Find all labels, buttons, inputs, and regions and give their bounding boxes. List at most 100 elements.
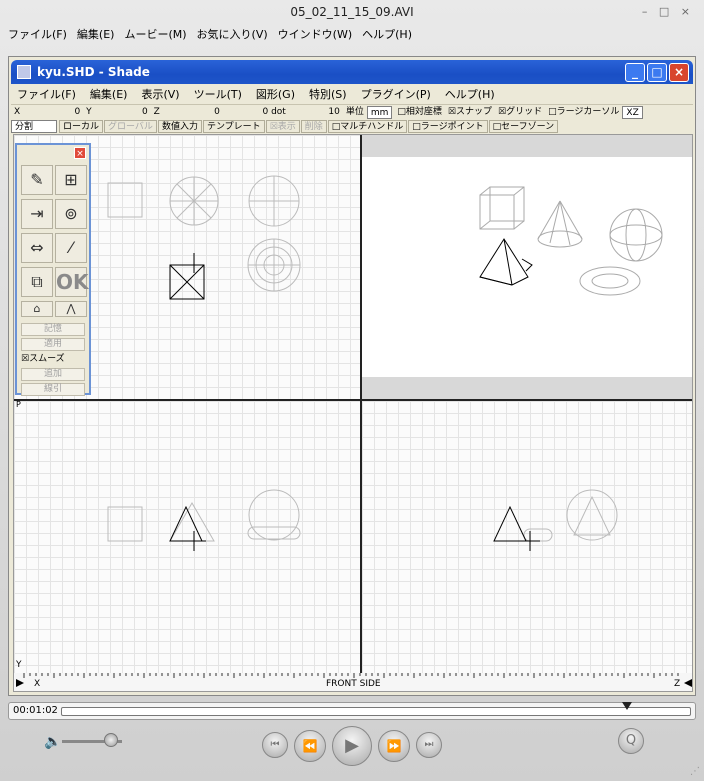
unit-select[interactable]: mm bbox=[366, 106, 393, 119]
go-to-start-icon[interactable]: ⏮ bbox=[262, 732, 288, 758]
player-menu-file[interactable]: ファイル(F) bbox=[8, 25, 67, 45]
persp-cone-shape bbox=[537, 200, 583, 248]
front-cube-shape bbox=[107, 506, 143, 542]
y-label: Y bbox=[86, 107, 92, 117]
ok-button[interactable]: OK bbox=[55, 267, 89, 297]
small-mountain-icon[interactable]: ⌂ bbox=[21, 301, 53, 317]
apply-button[interactable]: 適用 bbox=[21, 338, 85, 351]
shade-menu-view[interactable]: 表示(V) bbox=[141, 85, 179, 104]
z-label: Z bbox=[153, 107, 160, 117]
pencil-tool-icon[interactable]: ✎ bbox=[21, 165, 53, 195]
memorize-button[interactable]: 記憶 bbox=[21, 323, 85, 336]
horizontal-view-divider[interactable] bbox=[14, 399, 692, 401]
fast-forward-icon[interactable]: ⏩ bbox=[378, 730, 410, 762]
large-cursor-checkbox[interactable]: □ラージカーソル bbox=[545, 106, 622, 119]
relative-coords-checkbox[interactable]: □相対座標 bbox=[394, 106, 445, 119]
shade-menu-plugin[interactable]: プラグイン(P) bbox=[361, 85, 431, 104]
volume-knob[interactable] bbox=[104, 733, 119, 747]
grid-checkbox[interactable]: ☒グリッド bbox=[495, 106, 545, 119]
z-value[interactable]: 0 bbox=[163, 106, 223, 119]
large-mountain-icon[interactable]: ⋀ bbox=[55, 301, 87, 317]
play-icon[interactable]: ▶ bbox=[332, 726, 372, 766]
player-menu-movie[interactable]: ムービー(M) bbox=[124, 25, 186, 45]
tool-palette: × ✎ ⊞ ⇥ ⊚ ⇔ ⁄ ⧉ OK ⌂ ⋀ 記憶 適用 ☒スムーズ 追加 線引 bbox=[15, 143, 91, 396]
side-view[interactable] bbox=[362, 401, 692, 673]
scale-tool-icon[interactable]: ⇔ bbox=[21, 233, 53, 263]
front-sphere-torus-shape bbox=[247, 489, 301, 541]
top-sphere-shape bbox=[248, 175, 300, 227]
front-view[interactable]: P Y bbox=[14, 400, 360, 673]
playhead[interactable] bbox=[622, 702, 633, 710]
line-tool-icon[interactable]: ⁄ bbox=[55, 233, 87, 263]
copy-tool-icon[interactable]: ⧉ bbox=[21, 267, 53, 297]
shade-menu-file[interactable]: ファイル(F) bbox=[17, 85, 76, 104]
go-to-end-icon[interactable]: ⏭ bbox=[416, 732, 442, 758]
quicktime-logo-icon[interactable]: Q bbox=[618, 728, 644, 754]
x-label: X bbox=[14, 107, 21, 117]
video-frame: kyu.SHD - Shade _ □ × ファイル(F) 編集(E) 表示(V… bbox=[8, 56, 696, 696]
cylinder-tool-icon[interactable]: ⊚ bbox=[55, 199, 87, 229]
maximize-button[interactable]: □ bbox=[647, 63, 667, 82]
move-tool-icon[interactable]: ⇥ bbox=[21, 199, 53, 229]
delete-button[interactable]: 削除 bbox=[300, 120, 327, 133]
player-window-controls[interactable]: – □ × bbox=[642, 5, 694, 18]
palette-close-button[interactable]: × bbox=[74, 147, 86, 159]
snap-checkbox[interactable]: ☒スナップ bbox=[445, 106, 495, 119]
shade-menu-shape[interactable]: 図形(G) bbox=[256, 85, 295, 104]
dot-value[interactable]: 0 dot bbox=[223, 106, 289, 119]
player-menu-window[interactable]: ウインドウ(W) bbox=[278, 25, 352, 45]
ruler-x-label: X bbox=[34, 679, 41, 689]
split-select[interactable]: 分割 bbox=[11, 120, 57, 133]
top-torus-shape bbox=[247, 238, 301, 292]
draw-line-button[interactable]: 線引 bbox=[21, 383, 85, 396]
large-point-checkbox[interactable]: □ラージポイント bbox=[408, 120, 488, 133]
front-corner-mark: P bbox=[16, 400, 21, 409]
smooth-checkbox[interactable]: ☒スムーズ bbox=[21, 353, 85, 366]
player-title: 05_02_11_15_09.AVI bbox=[290, 5, 414, 19]
top-cube-shape bbox=[107, 182, 143, 218]
shade-menu-tools[interactable]: ツール(T) bbox=[194, 85, 242, 104]
vertical-view-divider[interactable] bbox=[360, 135, 362, 673]
shade-menu-special[interactable]: 特別(S) bbox=[309, 85, 347, 104]
hierarchy-tool-icon[interactable]: ⊞ bbox=[55, 165, 87, 195]
persp-cube-shape bbox=[479, 186, 525, 230]
front-pyramid-selected bbox=[169, 505, 206, 551]
y-value[interactable]: 0 bbox=[95, 106, 151, 119]
front-cone-shape bbox=[169, 502, 215, 542]
resize-grip-icon[interactable]: ⋰ bbox=[690, 766, 700, 777]
perspective-drawing bbox=[479, 186, 663, 296]
show-checkbox[interactable]: ☒表示 bbox=[265, 120, 300, 133]
plane-select[interactable]: XZ bbox=[622, 106, 643, 119]
numeric-input-button[interactable]: 数値入力 bbox=[157, 120, 202, 133]
player-menubar: ファイル(F) 編集(E) ムービー(M) お気に入り(V) ウインドウ(W) … bbox=[0, 25, 704, 45]
player-menu-edit[interactable]: 編集(E) bbox=[77, 25, 115, 45]
player-menu-favorites[interactable]: お気に入り(V) bbox=[197, 25, 268, 45]
close-button[interactable]: × bbox=[669, 63, 689, 82]
ruler-center-label: FRONT SIDE bbox=[326, 679, 381, 689]
dot-count[interactable]: 10 bbox=[289, 106, 343, 119]
time-bar: 00:01:02 bbox=[8, 702, 696, 720]
ruler-z-label: Z bbox=[674, 679, 681, 689]
y-axis-label: Y bbox=[15, 660, 22, 670]
rewind-icon[interactable]: ⏪ bbox=[294, 730, 326, 762]
template-button[interactable]: テンプレート bbox=[202, 120, 265, 133]
safe-zone-checkbox[interactable]: □セーフゾーン bbox=[488, 120, 559, 133]
shade-menu-help[interactable]: ヘルプ(H) bbox=[445, 85, 495, 104]
global-button[interactable]: グローバル bbox=[104, 120, 157, 133]
side-view-drawing bbox=[493, 489, 618, 551]
front-view-drawing: P Y bbox=[15, 400, 301, 670]
timecode: 00:01:02 bbox=[13, 705, 58, 716]
x-value[interactable]: 0 bbox=[23, 106, 83, 119]
persp-pyramid-selected bbox=[479, 238, 533, 286]
minimize-button[interactable]: _ bbox=[625, 63, 645, 82]
viewport-area: P Y X FRONT SIDE Z bbox=[13, 134, 693, 692]
player-menu-help[interactable]: ヘルプ(H) bbox=[362, 25, 412, 45]
multihandle-checkbox[interactable]: □マルチハンドル bbox=[327, 120, 408, 133]
shade-menu-edit[interactable]: 編集(E) bbox=[90, 85, 128, 104]
local-button[interactable]: ローカル bbox=[59, 120, 104, 133]
volume-icon[interactable]: 🔈 bbox=[44, 734, 61, 750]
perspective-view[interactable] bbox=[362, 135, 692, 399]
add-button[interactable]: 追加 bbox=[21, 368, 85, 381]
unit-label: 単位 bbox=[345, 107, 364, 117]
scrub-track[interactable] bbox=[61, 702, 691, 716]
